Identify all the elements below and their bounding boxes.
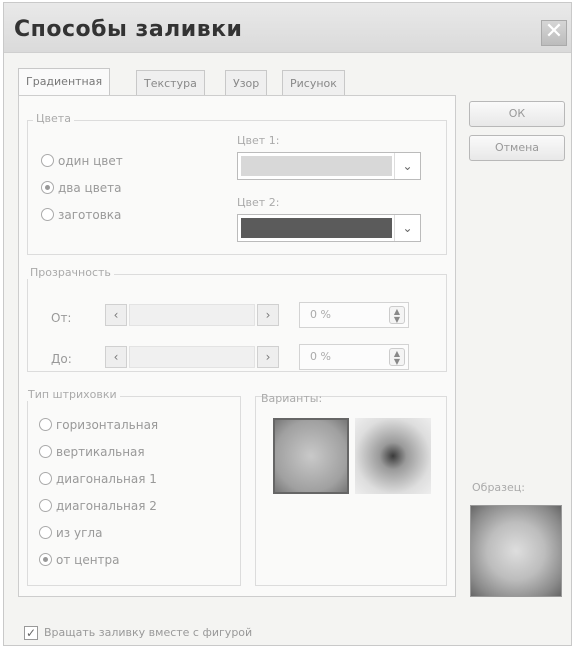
color2-dropdown[interactable]: ⌄ [237, 214, 421, 242]
sample-label: Образец: [472, 481, 525, 494]
down-arrow-icon[interactable]: ▼ [394, 315, 400, 324]
radio-vertical[interactable]: вертикальная [39, 445, 145, 459]
radio-circle-selected[interactable] [41, 181, 54, 194]
ok-button[interactable]: ОК [469, 101, 565, 127]
rotate-fill-checkbox[interactable]: ✓ [24, 626, 38, 640]
dialog-title: Способы заливки [14, 17, 243, 42]
from-value: 0 % [310, 308, 331, 321]
hatch-type-title: Тип штриховки [25, 388, 120, 401]
radio-horizontal[interactable]: горизонтальная [39, 418, 158, 432]
radio-from-center[interactable]: от центра [39, 553, 120, 567]
radio-circle[interactable] [39, 445, 52, 458]
cancel-button[interactable]: Отмена [469, 135, 565, 161]
radio-circle[interactable] [39, 499, 52, 512]
colors-group-title: Цвета [33, 112, 74, 125]
to-value: 0 % [310, 350, 331, 363]
from-percent-input[interactable]: 0 % ▲ ▼ [299, 302, 409, 328]
radio-one-color[interactable]: один цвет [41, 154, 123, 168]
radio-from-corner[interactable]: из угла [39, 526, 102, 540]
radio-label: от центра [56, 553, 120, 567]
fill-effects-dialog: Способы заливки ✕ Градиентная Текстура У… [3, 2, 572, 646]
to-slider-track[interactable] [129, 346, 255, 368]
radio-circle-selected[interactable] [39, 553, 52, 566]
radio-circle[interactable] [39, 526, 52, 539]
radio-label: один цвет [58, 154, 123, 168]
slider-left-icon[interactable]: ‹ [105, 346, 127, 368]
radio-label: диагональная 2 [56, 499, 157, 513]
tab-picture[interactable]: Рисунок [282, 70, 345, 96]
to-label: До: [51, 352, 72, 366]
variant-1[interactable] [273, 418, 349, 494]
tab-texture[interactable]: Текстура [136, 70, 205, 96]
color2-label: Цвет 2: [237, 196, 280, 209]
close-button[interactable]: ✕ [541, 20, 567, 46]
radio-diagonal-2[interactable]: диагональная 2 [39, 499, 157, 513]
radio-label: горизонтальная [56, 418, 159, 432]
from-slider-track[interactable] [129, 304, 255, 326]
tab-pattern[interactable]: Узор [225, 70, 268, 96]
transparency-group-title: Прозрачность [27, 266, 114, 279]
radio-diagonal-1[interactable]: диагональная 1 [39, 472, 157, 486]
slider-left-icon[interactable]: ‹ [105, 304, 127, 326]
gradient-tab-panel: Цвета один цвет два цвета заготовка Цвет… [18, 95, 456, 597]
radio-label: диагональная 1 [56, 472, 157, 486]
color1-dropdown[interactable]: ⌄ [237, 152, 421, 180]
color1-label: Цвет 1: [237, 134, 280, 147]
variant-2[interactable] [355, 418, 431, 494]
radio-circle[interactable] [41, 208, 54, 221]
rotate-fill-label[interactable]: Вращать заливку вместе с фигурой [44, 626, 252, 639]
down-arrow-icon[interactable]: ▼ [394, 357, 400, 366]
radio-two-colors[interactable]: два цвета [41, 181, 122, 195]
radio-circle[interactable] [39, 472, 52, 485]
radio-label: из угла [56, 526, 103, 540]
spin-arrows-icon[interactable]: ▲ ▼ [389, 348, 405, 366]
spin-arrows-icon[interactable]: ▲ ▼ [389, 306, 405, 324]
title-bar: Способы заливки ✕ [4, 3, 571, 53]
variants-title: Варианты: [261, 392, 323, 405]
tab-gradient[interactable]: Градиентная [18, 68, 111, 97]
radio-label: два цвета [58, 181, 122, 195]
sample-preview [470, 505, 562, 597]
radio-circle[interactable] [39, 418, 52, 431]
slider-right-icon[interactable]: › [257, 346, 279, 368]
radio-preset[interactable]: заготовка [41, 208, 121, 222]
radio-label: вертикальная [56, 445, 145, 459]
radio-circle[interactable] [41, 154, 54, 167]
from-label: От: [51, 311, 72, 325]
slider-right-icon[interactable]: › [257, 304, 279, 326]
radio-label: заготовка [58, 208, 122, 222]
color2-swatch [241, 218, 392, 238]
to-percent-input[interactable]: 0 % ▲ ▼ [299, 344, 409, 370]
color1-swatch [241, 156, 392, 176]
chevron-down-icon[interactable]: ⌄ [394, 215, 420, 241]
chevron-down-icon[interactable]: ⌄ [394, 153, 420, 179]
